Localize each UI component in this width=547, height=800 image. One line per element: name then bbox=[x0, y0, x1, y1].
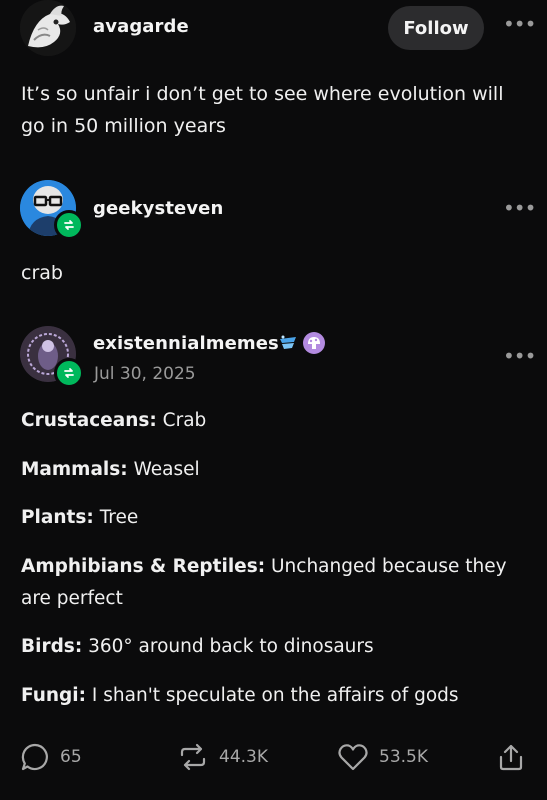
list-item: Fungi: I shan't speculate on the affairs… bbox=[21, 680, 459, 712]
avagarde-avatar-image bbox=[20, 0, 76, 56]
likes-count: 53.5K bbox=[379, 747, 428, 767]
post-author-name[interactable]: avagarde bbox=[93, 16, 189, 37]
list-item-label: Fungi: bbox=[21, 685, 87, 706]
list-item-label: Plants: bbox=[21, 507, 94, 528]
blue-badge-icon bbox=[277, 333, 299, 359]
reblog-button[interactable]: 44.3K bbox=[177, 742, 268, 772]
comments-count: 65 bbox=[60, 747, 82, 767]
list-item-text: Tree bbox=[93, 507, 139, 528]
follow-button[interactable]: Follow bbox=[388, 6, 484, 50]
post-date: Jul 30, 2025 bbox=[94, 364, 196, 384]
reblog1-body-text: crab bbox=[21, 262, 63, 284]
reblog1-more-menu[interactable]: ••• bbox=[503, 198, 536, 218]
list-item-label: Mammals: bbox=[21, 459, 128, 480]
reblog2-author-name[interactable]: existennialmemes bbox=[93, 333, 279, 354]
list-item: Amphibians & Reptiles: Unchanged because… bbox=[21, 551, 533, 615]
list-item-text: I shan't speculate on the affairs of god… bbox=[86, 685, 459, 706]
list-item-text: Weasel bbox=[127, 459, 200, 480]
geekysteven-avatar-wrap[interactable] bbox=[20, 180, 84, 240]
reblog-icon bbox=[180, 743, 206, 771]
list-item-label: Crustaceans: bbox=[21, 410, 157, 431]
share-icon bbox=[499, 744, 523, 771]
reblogs-count: 44.3K bbox=[219, 747, 268, 767]
reblog-badge-icon bbox=[54, 210, 84, 240]
list-item-text: 360° around back to dinosaurs bbox=[82, 636, 374, 657]
like-button[interactable]: 53.5K bbox=[337, 742, 428, 772]
list-item-text: Crab bbox=[156, 410, 207, 431]
purple-badge-icon bbox=[302, 331, 326, 359]
list-item: Plants: Tree bbox=[21, 502, 138, 534]
list-item: Birds: 360° around back to dinosaurs bbox=[21, 631, 374, 663]
reblog2-more-menu[interactable]: ••• bbox=[503, 346, 536, 366]
list-item: Crustaceans: Crab bbox=[21, 405, 206, 437]
post-more-menu[interactable]: ••• bbox=[503, 14, 536, 34]
comments-button[interactable]: 65 bbox=[20, 742, 82, 772]
list-item-label: Amphibians & Reptiles: bbox=[21, 556, 266, 577]
post-body-text: It’s so unfair i don’t get to see where … bbox=[21, 83, 504, 137]
reblog1-author-name[interactable]: geekysteven bbox=[93, 198, 223, 219]
heart-icon bbox=[338, 744, 368, 771]
list-item: Mammals: Weasel bbox=[21, 454, 200, 486]
existennialmemes-avatar-wrap[interactable] bbox=[20, 326, 84, 388]
list-item-label: Birds: bbox=[21, 636, 83, 657]
avagarde-avatar[interactable] bbox=[20, 0, 76, 56]
share-button[interactable] bbox=[496, 742, 526, 776]
reblog-badge-icon bbox=[54, 358, 84, 388]
comment-icon bbox=[21, 743, 48, 771]
